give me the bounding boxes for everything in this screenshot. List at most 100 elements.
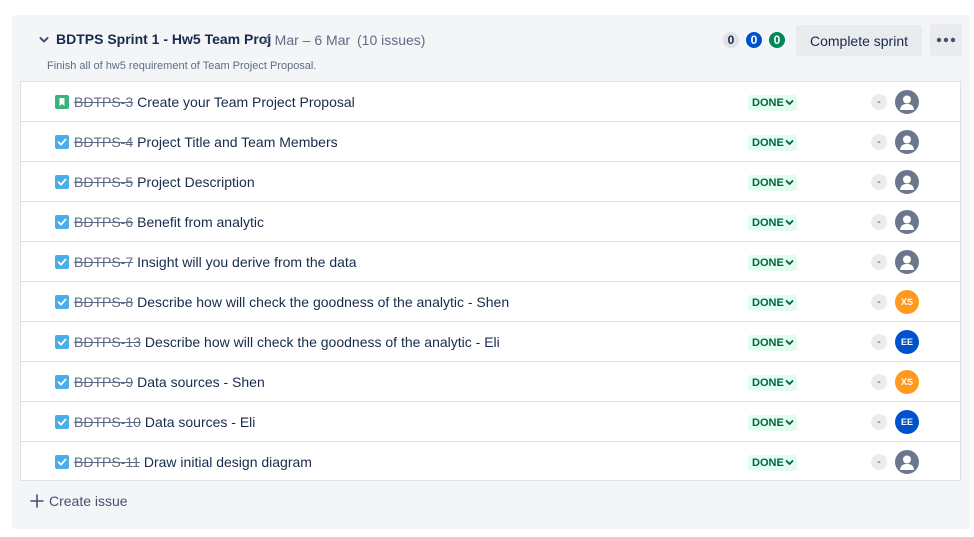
issue-key[interactable]: BDTPS-3 xyxy=(74,94,133,110)
issue-key[interactable]: BDTPS-10 xyxy=(74,414,141,430)
status-dropdown[interactable]: DONE xyxy=(748,215,797,231)
issue-key[interactable]: BDTPS-9 xyxy=(74,374,133,390)
chevron-down-icon[interactable] xyxy=(38,34,50,46)
estimate-badge[interactable]: - xyxy=(871,134,887,150)
estimate-badge[interactable]: - xyxy=(871,374,887,390)
status-label: DONE xyxy=(752,97,784,109)
assignee-avatar[interactable]: XS xyxy=(895,370,919,394)
status-dropdown[interactable]: DONE xyxy=(748,95,797,111)
sprint-container: BDTPS Sprint 1 - Hw5 Team Proj 4 Mar – 6… xyxy=(12,15,970,529)
status-label: DONE xyxy=(752,297,784,309)
unassigned-avatar[interactable] xyxy=(895,250,919,274)
task-icon xyxy=(55,415,69,429)
issue-row[interactable]: BDTPS-10 Data sources - Eli DONE - EE xyxy=(21,402,960,442)
status-label: DONE xyxy=(752,217,784,229)
issue-summary: Insight will you derive from the data xyxy=(137,254,357,270)
issue-row[interactable]: BDTPS-9 Data sources - Shen DONE - XS xyxy=(21,362,960,402)
status-label: DONE xyxy=(752,177,784,189)
issue-key[interactable]: BDTPS-8 xyxy=(74,294,133,310)
assignee-initials: EE xyxy=(900,337,913,347)
unassigned-avatar[interactable] xyxy=(895,170,919,194)
status-dropdown[interactable]: DONE xyxy=(748,255,797,271)
issue-summary-line[interactable]: BDTPS-10 Data sources - Eli xyxy=(74,414,255,430)
more-actions-button[interactable] xyxy=(930,24,962,56)
estimate-badge[interactable]: - xyxy=(871,294,887,310)
issue-key[interactable]: BDTPS-7 xyxy=(74,254,133,270)
sprint-header: BDTPS Sprint 1 - Hw5 Team Proj 4 Mar – 6… xyxy=(12,15,970,81)
sprint-dates: 4 Mar – 6 Mar xyxy=(263,32,351,48)
issue-row[interactable]: BDTPS-3 Create your Team Project Proposal… xyxy=(21,82,960,122)
estimate-badge[interactable]: - xyxy=(871,334,887,350)
task-icon xyxy=(55,135,69,149)
status-dropdown[interactable]: DONE xyxy=(748,335,797,351)
issue-key[interactable]: BDTPS-6 xyxy=(74,214,133,230)
unassigned-avatar[interactable] xyxy=(895,90,919,114)
assignee-initials: XS xyxy=(900,297,913,307)
issue-summary-line[interactable]: BDTPS-8 Describe how will check the goodn… xyxy=(74,294,509,310)
assignee-avatar[interactable]: EE xyxy=(895,410,919,434)
complete-sprint-button[interactable]: Complete sprint xyxy=(796,25,922,56)
estimate-badge[interactable]: - xyxy=(871,94,887,110)
estimate-badge[interactable]: - xyxy=(871,454,887,470)
estimate-badge[interactable]: - xyxy=(871,254,887,270)
estimate-badge[interactable]: - xyxy=(871,414,887,430)
status-dropdown[interactable]: DONE xyxy=(748,375,797,391)
issue-summary: Project Title and Team Members xyxy=(137,134,338,150)
status-dropdown[interactable]: DONE xyxy=(748,295,797,311)
issue-summary-line[interactable]: BDTPS-6 Benefit from analytic xyxy=(74,214,264,230)
issue-summary-line[interactable]: BDTPS-3 Create your Team Project Proposal xyxy=(74,94,355,110)
status-dropdown[interactable]: DONE xyxy=(748,415,797,431)
status-label: DONE xyxy=(752,137,784,149)
unassigned-avatar[interactable] xyxy=(895,210,919,234)
issue-key[interactable]: BDTPS-11 xyxy=(74,454,140,470)
person-icon xyxy=(900,135,914,150)
issue-key[interactable]: BDTPS-4 xyxy=(74,134,133,150)
estimate-badge[interactable]: - xyxy=(871,214,887,230)
issue-key[interactable]: BDTPS-13 xyxy=(74,334,141,350)
assignee-avatar[interactable]: EE xyxy=(895,330,919,354)
unassigned-avatar[interactable] xyxy=(895,450,919,474)
chevron-down-icon xyxy=(785,259,794,265)
issue-row[interactable]: BDTPS-7 Insight will you derive from the … xyxy=(21,242,960,282)
estimate-badge[interactable]: - xyxy=(871,174,887,190)
done-count-badge: 0 xyxy=(769,32,785,48)
issue-key[interactable]: BDTPS-5 xyxy=(74,174,133,190)
unassigned-avatar[interactable] xyxy=(895,130,919,154)
issue-summary: Project Description xyxy=(137,174,255,190)
sprint-name[interactable]: BDTPS Sprint 1 - Hw5 Team Proj xyxy=(56,31,271,47)
issue-row[interactable]: BDTPS-8 Describe how will check the goodn… xyxy=(21,282,960,322)
issue-summary-line[interactable]: BDTPS-11 Draw initial design diagram xyxy=(74,454,312,470)
assignee-avatar[interactable]: XS xyxy=(895,290,919,314)
issue-row[interactable]: BDTPS-5 Project Description DONE - xyxy=(21,162,960,202)
issue-row[interactable]: BDTPS-11 Draw initial design diagram DONE - xyxy=(21,442,960,482)
status-dropdown[interactable]: DONE xyxy=(748,175,797,191)
chevron-down-icon xyxy=(785,99,794,105)
issue-summary-line[interactable]: BDTPS-4 Project Title and Team Members xyxy=(74,134,338,150)
task-icon xyxy=(55,375,69,389)
status-dropdown[interactable]: DONE xyxy=(748,135,797,151)
issue-summary: Describe how will check the goodness of … xyxy=(144,334,500,350)
person-icon xyxy=(900,175,914,190)
issue-row[interactable]: BDTPS-4 Project Title and Team Members DON… xyxy=(21,122,960,162)
issue-row[interactable]: BDTPS-6 Benefit from analytic DONE - xyxy=(21,202,960,242)
issue-summary-line[interactable]: BDTPS-5 Project Description xyxy=(74,174,255,190)
issue-summary-line[interactable]: BDTPS-13 Describe how will check the good… xyxy=(74,334,500,350)
status-label: DONE xyxy=(752,257,784,269)
task-icon xyxy=(55,455,69,469)
issue-summary: Describe how will check the goodness of … xyxy=(137,294,510,310)
task-icon xyxy=(55,295,69,309)
issue-summary-line[interactable]: BDTPS-9 Data sources - Shen xyxy=(74,374,265,390)
issue-summary-line[interactable]: BDTPS-7 Insight will you derive from the … xyxy=(74,254,357,270)
issue-summary: Data sources - Eli xyxy=(144,414,256,430)
person-icon xyxy=(900,255,914,270)
sprint-goal: Finish all of hw5 requirement of Team Pr… xyxy=(47,60,317,72)
issue-row[interactable]: BDTPS-13 Describe how will check the good… xyxy=(21,322,960,362)
sprint-issue-count: (10 issues) xyxy=(357,32,426,48)
create-issue-button[interactable]: Create issue xyxy=(30,493,128,513)
more-horizontal-icon xyxy=(936,37,956,43)
task-icon xyxy=(55,335,69,349)
chevron-down-icon xyxy=(785,139,794,145)
chevron-down-icon xyxy=(785,459,794,465)
status-dropdown[interactable]: DONE xyxy=(748,455,797,471)
status-label: DONE xyxy=(752,417,784,429)
